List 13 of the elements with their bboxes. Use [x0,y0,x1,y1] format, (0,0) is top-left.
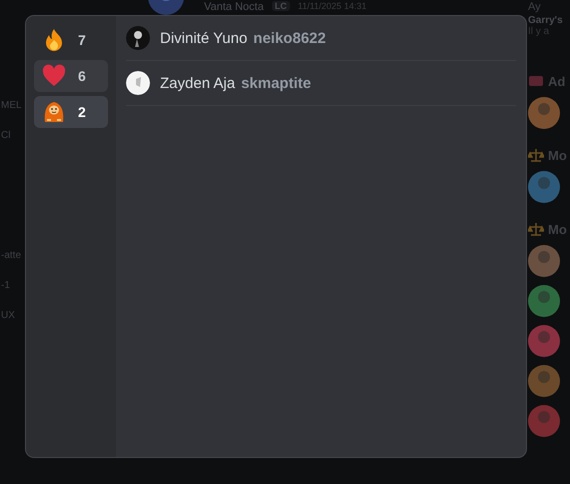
scales-icon [528,221,544,237]
display-name[interactable]: Zayden Aja [160,74,236,92]
username: neiko8622 [253,30,326,46]
member-name: Garry's [528,15,564,26]
scales-icon [528,147,544,163]
reaction-tab[interactable]: 6 [34,60,108,92]
display-name[interactable]: Divinité Yuno [160,30,248,46]
reaction-tab[interactable]: 7 [34,24,108,56]
reaction-tab[interactable]: 2 [34,96,108,128]
heart-icon [42,64,66,88]
username: skmaptite [241,74,312,92]
orangutan-icon [42,100,66,124]
author-name: Vanta Nocta [204,1,264,13]
